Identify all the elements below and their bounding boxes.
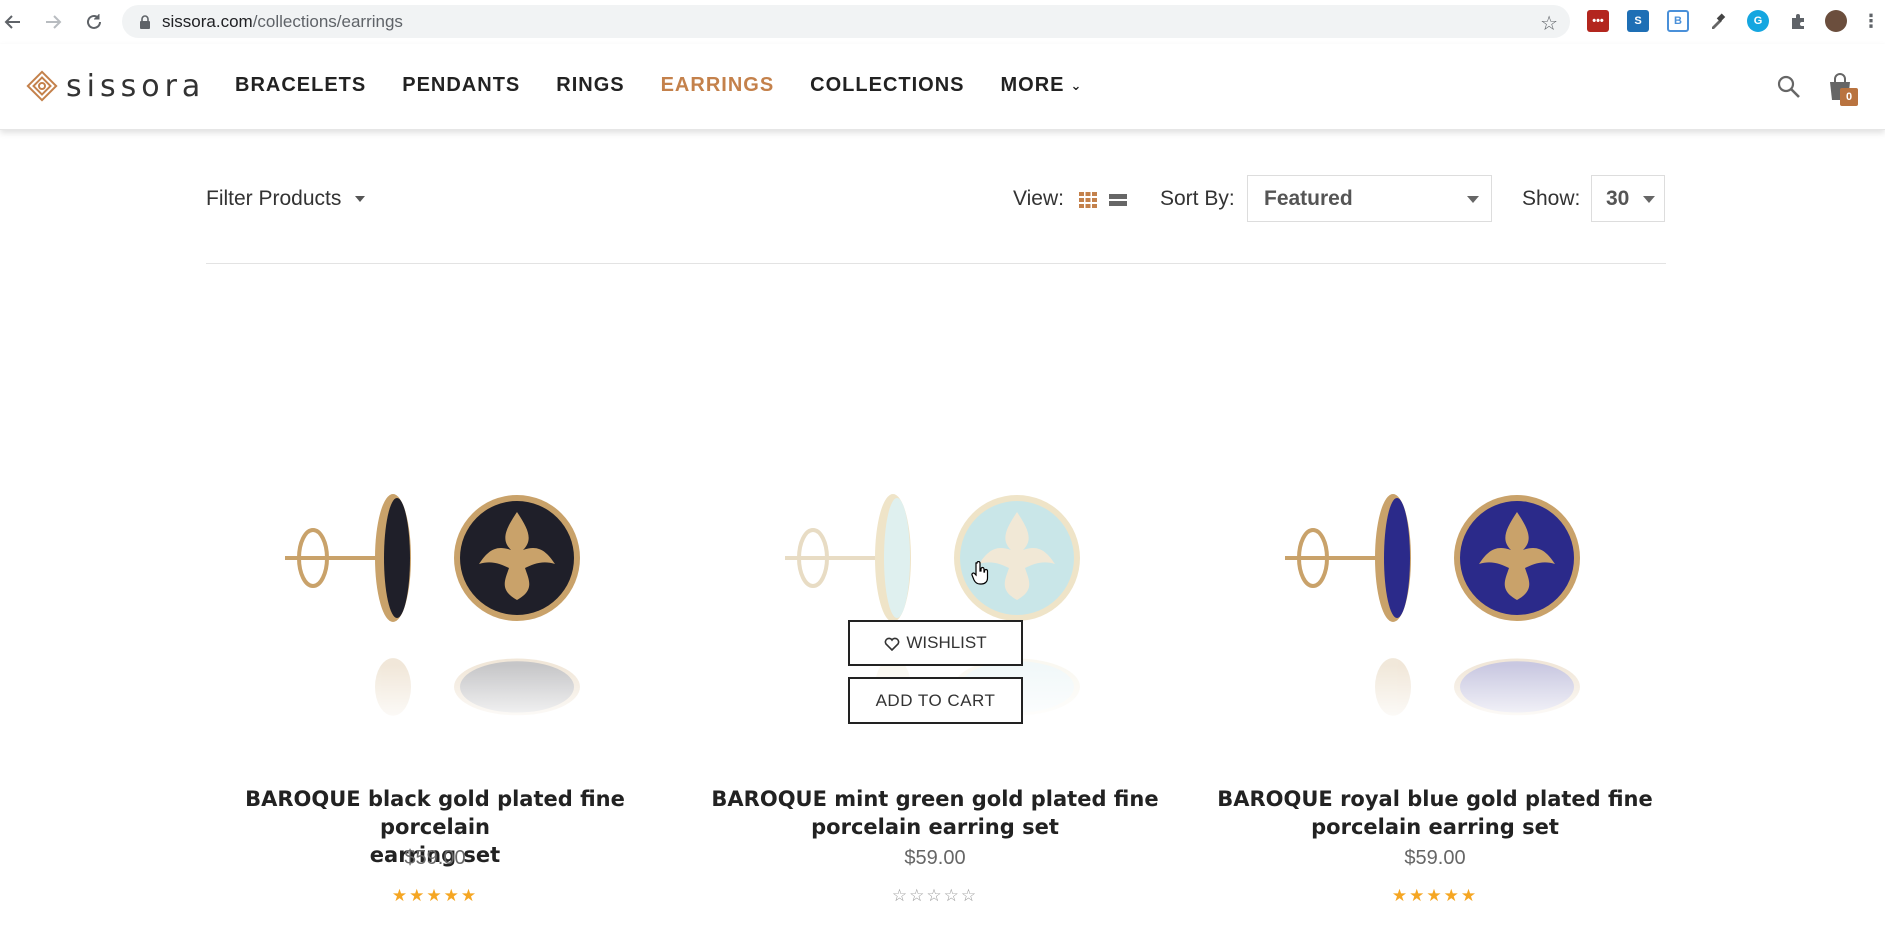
product-image[interactable] bbox=[205, 440, 665, 730]
caret-down-icon bbox=[1467, 196, 1479, 203]
reload-icon[interactable] bbox=[81, 9, 107, 35]
sort-by-select[interactable]: Featured bbox=[1247, 175, 1492, 222]
heart-icon bbox=[885, 637, 900, 651]
list-view-icon[interactable] bbox=[1109, 192, 1127, 208]
eyedropper-extension-icon[interactable] bbox=[1707, 10, 1729, 32]
add-to-cart-button[interactable]: ADD TO CART bbox=[848, 677, 1023, 724]
url-text: sissora.com/collections/earrings bbox=[162, 11, 403, 31]
grid-view-icon[interactable] bbox=[1079, 192, 1097, 208]
filter-label: Filter Products bbox=[206, 187, 342, 210]
logo-mark-icon bbox=[26, 70, 58, 102]
star-rating-filled: ★★★★★ bbox=[1391, 886, 1479, 905]
product-image[interactable] bbox=[1205, 440, 1665, 730]
extension-icon[interactable]: ••• bbox=[1587, 10, 1609, 32]
extension-icon[interactable]: S bbox=[1627, 10, 1649, 32]
show-label: Show: bbox=[1522, 187, 1581, 210]
show-count-select[interactable]: 30 bbox=[1591, 175, 1665, 222]
product-name[interactable]: BAROQUE mint green gold plated fine porce… bbox=[705, 785, 1165, 841]
cart-count-badge: 0 bbox=[1840, 88, 1858, 106]
product-price: $59.00 bbox=[404, 847, 466, 869]
sort-by-value: Featured bbox=[1264, 186, 1353, 210]
star-rating: ★★★★★ bbox=[205, 886, 665, 906]
address-bar[interactable]: sissora.com/collections/earrings ☆ bbox=[122, 5, 1570, 38]
nav-rings[interactable]: RINGS bbox=[556, 74, 624, 97]
product-price: $59.00 bbox=[904, 847, 966, 869]
chevron-down-icon: ⌄ bbox=[1070, 77, 1083, 93]
site-header: sissora BRACELETS PENDANTS RINGS EARRING… bbox=[0, 44, 1885, 130]
search-icon[interactable] bbox=[1776, 74, 1802, 100]
nav-more-label: MORE bbox=[1000, 74, 1065, 96]
nav-more[interactable]: MORE ⌄ bbox=[1001, 74, 1083, 97]
grammarly-icon[interactable]: G bbox=[1747, 10, 1769, 32]
hand-cursor-icon bbox=[971, 561, 989, 585]
main-navigation: BRACELETS PENDANTS RINGS EARRINGS COLLEC… bbox=[235, 74, 1118, 97]
nav-pendants[interactable]: PENDANTS bbox=[402, 74, 520, 97]
product-card[interactable]: BAROQUE royal blue gold plated fine porce… bbox=[1205, 440, 1665, 940]
star-rating-empty: ☆☆☆☆☆ bbox=[891, 886, 979, 905]
wishlist-button[interactable]: WISHLIST bbox=[848, 620, 1023, 666]
star-rating-filled: ★★★★★ bbox=[391, 886, 479, 905]
star-icon[interactable]: ☆ bbox=[1540, 11, 1558, 36]
show-count-value: 30 bbox=[1606, 186, 1630, 210]
filter-products-toggle[interactable]: Filter Products bbox=[206, 187, 366, 211]
menu-kebab-icon[interactable]: ⋮ bbox=[1860, 10, 1882, 32]
product-price: $59.00 bbox=[1404, 847, 1466, 869]
forward-arrow-icon[interactable] bbox=[40, 9, 66, 35]
wishlist-label: WISHLIST bbox=[906, 633, 987, 652]
view-label: View: bbox=[1013, 187, 1064, 210]
puzzle-extensions-icon[interactable] bbox=[1787, 10, 1809, 32]
caret-down-icon bbox=[1643, 196, 1655, 203]
nav-bracelets[interactable]: BRACELETS bbox=[235, 74, 366, 97]
toolbar-divider bbox=[206, 263, 1666, 264]
product-card[interactable]: BAROQUE black gold plated fine porcelain… bbox=[205, 440, 665, 940]
product-name-line: BAROQUE royal blue gold plated fine bbox=[1217, 787, 1653, 811]
nav-earrings[interactable]: EARRINGS bbox=[661, 74, 775, 97]
product-name-line: BAROQUE mint green gold plated fine bbox=[711, 787, 1159, 811]
star-rating: ★★★★★ bbox=[1205, 886, 1665, 906]
product-name[interactable]: BAROQUE royal blue gold plated fine porce… bbox=[1205, 785, 1665, 841]
star-rating: ☆☆☆☆☆ bbox=[705, 886, 1165, 906]
caret-down-icon bbox=[355, 196, 366, 202]
nav-collections[interactable]: COLLECTIONS bbox=[810, 74, 964, 97]
lock-icon bbox=[140, 14, 150, 29]
sort-by-label: Sort By: bbox=[1160, 187, 1235, 210]
product-name-line: BAROQUE black gold plated fine porcelain bbox=[245, 787, 625, 839]
browser-toolbar: sissora.com/collections/earrings ☆ ••• S… bbox=[0, 0, 1885, 44]
site-logo[interactable]: sissora bbox=[24, 68, 205, 104]
product-name-line: porcelain earring set bbox=[811, 815, 1059, 839]
product-toolbar: Filter Products View: Sort By: Featured … bbox=[206, 175, 1666, 223]
profile-avatar[interactable] bbox=[1825, 10, 1847, 32]
extension-icon[interactable]: B bbox=[1667, 10, 1689, 32]
back-arrow-icon[interactable] bbox=[0, 9, 26, 35]
product-name-line: porcelain earring set bbox=[1311, 815, 1559, 839]
